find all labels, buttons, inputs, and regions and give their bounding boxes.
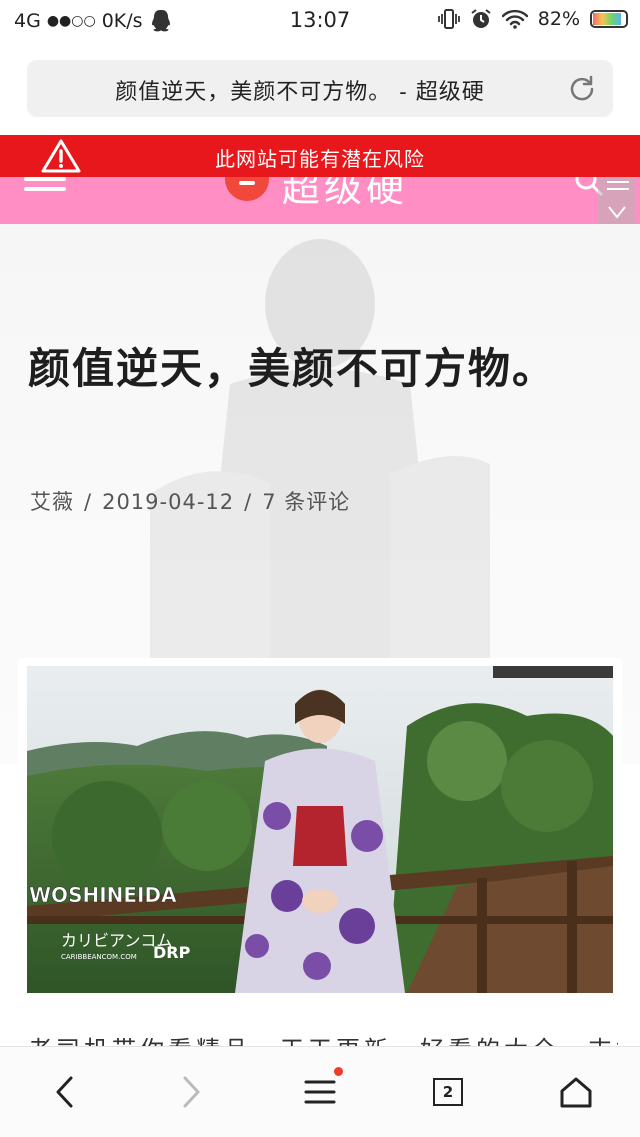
article-image[interactable]: WOSHINEIDA カリビアンコム CARIBBEANCOM.COM DRP (27, 666, 613, 993)
status-bar: 4G ●●○○ 0K/s 13:07 82% (0, 0, 640, 44)
article-meta: 艾薇 / 2019-04-12 / 7 条评论 (30, 486, 350, 516)
chevron-down-icon (608, 206, 626, 219)
battery-icon (590, 10, 628, 28)
hamburger-menu-icon[interactable] (24, 177, 66, 195)
author-link[interactable]: 艾薇 (30, 490, 74, 514)
vibrate-icon (437, 9, 460, 29)
comments-link[interactable]: 7 条评论 (262, 490, 350, 514)
site-header: 超级硬 (0, 177, 640, 224)
browser-bottom-nav: 2 (0, 1046, 640, 1137)
photo-overlay-sub: CARIBBEANCOM.COM (61, 953, 137, 961)
tabs-button[interactable]: 2 (423, 1067, 473, 1117)
meta-separator: / (84, 490, 93, 514)
article-image-frame: WOSHINEIDA カリビアンコム CARIBBEANCOM.COM DRP (18, 658, 622, 1000)
alarm-icon (471, 9, 491, 28)
reload-icon[interactable] (567, 74, 597, 104)
wifi-icon (501, 9, 528, 29)
status-right: 82% (437, 8, 628, 30)
menu-icon (304, 1080, 336, 1104)
page-title-in-address-bar[interactable]: 颜值逆天，美颜不可方物。 - 超级硬 (27, 74, 573, 106)
scroll-tab-lines (607, 181, 629, 195)
home-icon (560, 1077, 592, 1108)
site-logo-icon[interactable] (225, 177, 269, 201)
forward-icon (183, 1076, 200, 1108)
address-bar[interactable]: 颜值逆天，美颜不可方物。 - 超级硬 (27, 60, 613, 117)
battery-level-fill (593, 13, 621, 25)
tabs-icon: 2 (433, 1078, 463, 1106)
menu-button[interactable] (295, 1067, 345, 1117)
article-title: 颜值逆天，美颜不可方物。 (28, 344, 557, 393)
risk-warning-banner: 此网站可能有潜在风险 (0, 135, 640, 177)
meta-separator: / (244, 490, 253, 514)
site-name[interactable]: 超级硬 (282, 177, 408, 212)
back-button[interactable] (40, 1067, 90, 1117)
notification-dot (334, 1067, 343, 1076)
back-icon (56, 1076, 73, 1108)
battery-percent: 82% (537, 8, 580, 30)
photo-watermark: WOSHINEIDA (29, 883, 177, 907)
photo-overlay-badge: DRP (153, 943, 191, 962)
warning-text: 此网站可能有潜在风险 (215, 147, 425, 171)
publish-date: 2019-04-12 (102, 490, 235, 514)
home-button[interactable] (551, 1067, 601, 1117)
forward-button[interactable] (166, 1067, 216, 1117)
